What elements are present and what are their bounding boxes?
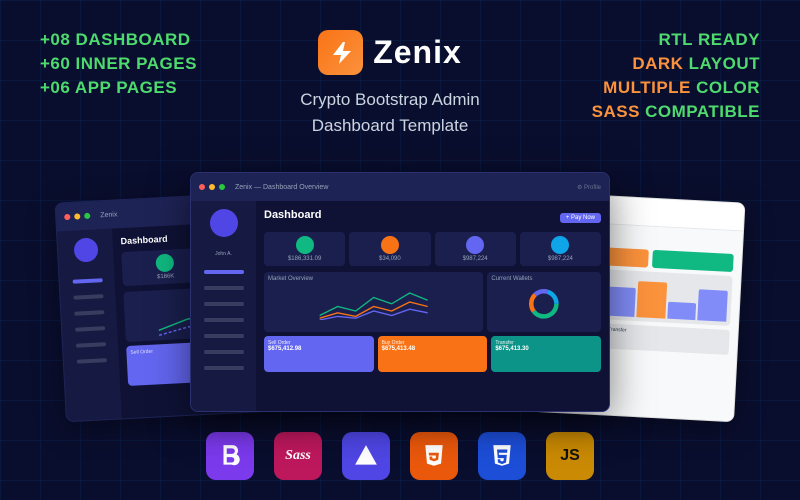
logo-icon — [318, 30, 363, 75]
page-container: +08 DASHBOARD +60 INNER PAGES +06 APP PA… — [0, 0, 800, 500]
transfer-card: Transfer $675,413.30 — [491, 336, 601, 372]
dot-green — [84, 213, 90, 219]
bootstrap-icon — [206, 432, 254, 480]
sidebar-nav-item — [73, 294, 103, 300]
lightning-bolt-icon — [327, 39, 355, 67]
logo-row: Zenix — [318, 30, 462, 75]
right-stat-card — [652, 250, 734, 272]
bootstrap-logo — [217, 443, 243, 469]
sass-label: Sass — [285, 448, 311, 464]
js-label: JS — [560, 447, 580, 465]
dash-header-main: Zenix — Dashboard Overview ⚙ Profile — [191, 173, 609, 201]
dashboard-screenshot-main: Zenix — Dashboard Overview ⚙ Profile Joh… — [190, 172, 610, 412]
stat-icon-bnb — [551, 236, 569, 254]
sell-order-card: Sell Order $675,412.98 — [264, 336, 374, 372]
sidebar-nav-item — [76, 358, 106, 364]
stat-val-eth: $34,090 — [353, 256, 426, 262]
feature-dashboard: +08 DASHBOARD — [40, 30, 220, 50]
stat-val-ltc: $987,224 — [439, 256, 512, 262]
feature-dark: DARK LAYOUT — [632, 54, 760, 74]
bar — [667, 302, 697, 320]
sell-order-value: $675,412.98 — [268, 346, 370, 352]
donut-chart-svg — [491, 284, 597, 320]
bar — [698, 289, 728, 322]
stat-card-eth: $34,090 — [349, 232, 430, 266]
stat-card-ltc: $987,224 — [435, 232, 516, 266]
transfer-value: $675,413.30 — [495, 346, 597, 352]
sidebar-nav-item — [204, 366, 244, 370]
sidebar-nav-item — [204, 318, 244, 322]
dash-sidebar-main: John A. — [191, 201, 256, 411]
dash-content-main: Dashboard + Pay Now $186,331.09 $34,090 — [256, 201, 609, 411]
html5-icon — [410, 432, 458, 480]
html5-logo — [421, 443, 447, 469]
right-card-2: Transfer — [604, 323, 730, 354]
sidebar-nav-item — [204, 334, 244, 338]
market-chart-svg — [268, 284, 479, 320]
sidebar-nav-item — [75, 326, 105, 332]
sidebar-nav-item — [74, 310, 104, 316]
buy-order-value: $675,413.48 — [382, 346, 484, 352]
feature-multiple: MULTIPLE COLOR — [603, 78, 760, 98]
feature-sass: SASS COMPATIBLE — [592, 102, 760, 122]
feature-rtl: RTL READY — [659, 30, 760, 50]
sidebar-nav-item — [204, 286, 244, 290]
sidebar-nav-item — [204, 350, 244, 354]
sidebar-nav-item — [204, 302, 244, 306]
feature-app-pages: +06 APP PAGES — [40, 78, 220, 98]
dot-yellow-main — [209, 184, 215, 190]
left-features: +08 DASHBOARD +60 INNER PAGES +06 APP PA… — [40, 30, 220, 98]
dot-yellow — [74, 213, 80, 219]
feature-inner-pages: +60 INNER PAGES — [40, 54, 220, 74]
affinity-logo — [353, 443, 379, 469]
stat-icon-ltc — [466, 236, 484, 254]
sidebar-avatar — [73, 237, 98, 262]
logo-name: Zenix — [373, 34, 462, 71]
top-row: +08 DASHBOARD +60 INNER PAGES +06 APP PA… — [40, 30, 760, 138]
bar — [636, 281, 667, 318]
dot-green-main — [219, 184, 225, 190]
dot-red — [64, 214, 70, 220]
dash-body-main: John A. Dashboard + Pay Now — [191, 201, 609, 411]
javascript-icon: JS — [546, 432, 594, 480]
sass-icon: Sass — [274, 432, 322, 480]
affinity-icon — [342, 432, 390, 480]
tech-icons-row: Sass JS — [40, 422, 760, 480]
right-card-label: Transfer — [608, 327, 727, 339]
center-section: Zenix Crypto Bootstrap Admin Dashboard T… — [220, 30, 560, 138]
screenshots-area: Zenix Dashboard $18 — [40, 148, 760, 412]
dash-main-title: Dashboard — [264, 209, 321, 221]
stat-icon-btc — [296, 236, 314, 254]
current-wallets-chart: Current Wallets — [487, 272, 601, 332]
sidebar-avatar-main — [210, 209, 238, 237]
stat-icon — [156, 253, 175, 272]
buy-order-card: Buy Order $675,413.48 — [378, 336, 488, 372]
main-stat-cards: $186,331.09 $34,090 $987,224 $987,2 — [264, 232, 601, 266]
stat-icon-eth — [381, 236, 399, 254]
dash-sidebar-left — [57, 229, 122, 422]
css3-icon — [478, 432, 526, 480]
stat-val-btc: $186,331.09 — [268, 256, 341, 262]
pay-now-button[interactable]: + Pay Now — [560, 213, 601, 223]
stat-val-bnb: $987,224 — [524, 256, 597, 262]
market-overview-chart: Market Overview — [264, 272, 483, 332]
right-features: RTL READY DARK LAYOUT MULTIPLE COLOR SAS… — [560, 30, 760, 122]
dot-red-main — [199, 184, 205, 190]
css3-logo — [489, 443, 515, 469]
product-subtitle: Crypto Bootstrap Admin Dashboard Templat… — [300, 87, 480, 138]
sidebar-nav-item — [72, 278, 102, 284]
stat-card-bitcoin: $186,331.09 — [264, 232, 345, 266]
stat-card-bnb: $987,224 — [520, 232, 601, 266]
main-bottom-cards: Sell Order $675,412.98 Buy Order $675,41… — [264, 336, 601, 372]
sidebar-nav-item — [75, 342, 105, 348]
sidebar-nav-dashboard — [204, 270, 244, 274]
